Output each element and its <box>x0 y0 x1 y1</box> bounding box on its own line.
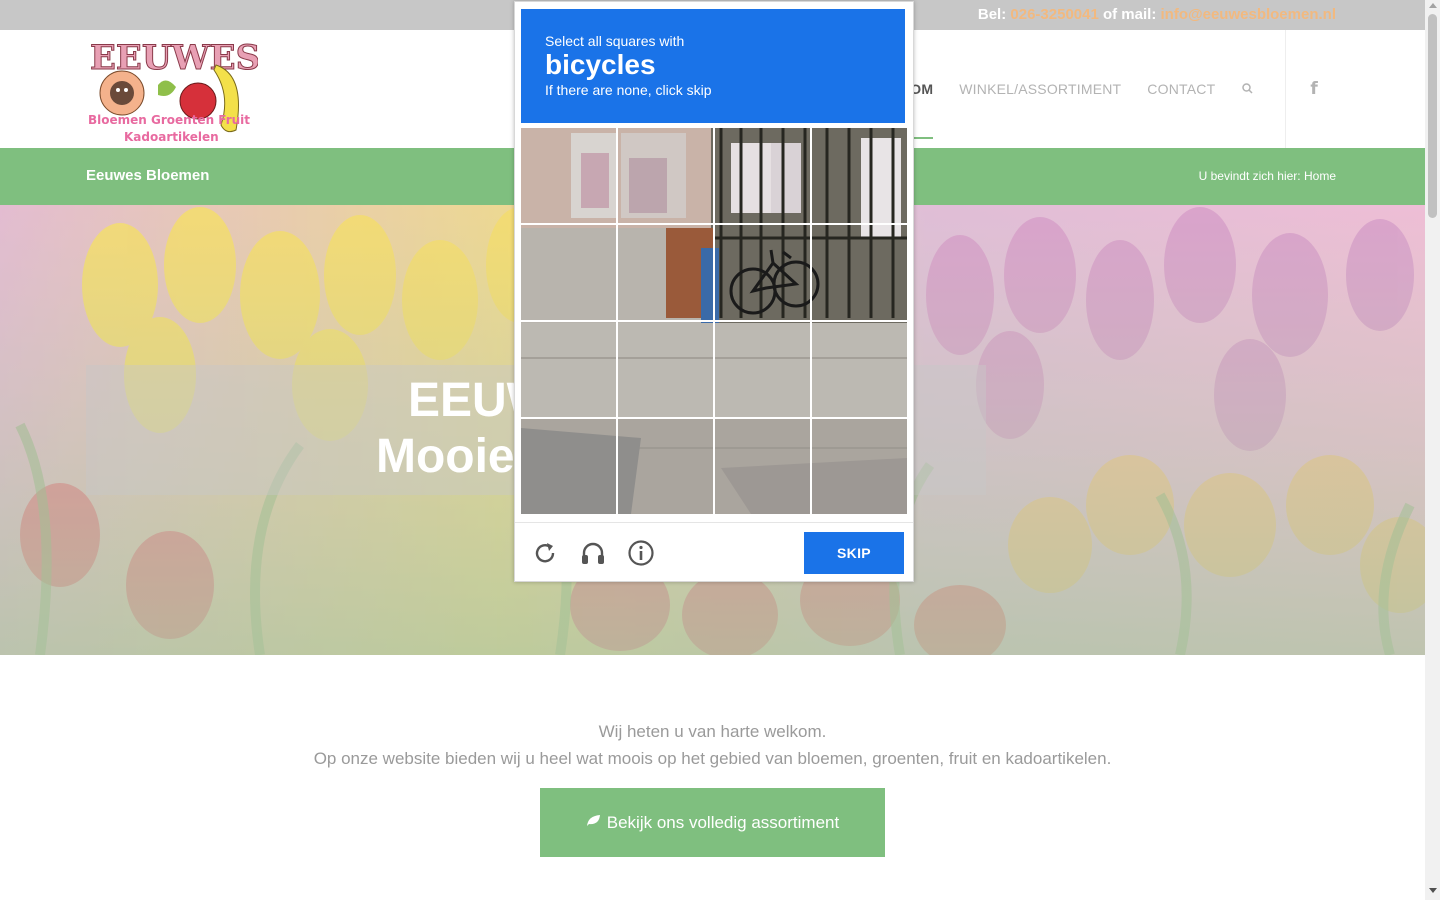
scroll-up-arrow-icon[interactable] <box>1429 3 1437 8</box>
scroll-down-arrow-icon[interactable] <box>1429 888 1437 893</box>
captcha-tile[interactable] <box>715 419 810 514</box>
captcha-tile[interactable] <box>812 419 907 514</box>
captcha-tile[interactable] <box>618 225 713 320</box>
captcha-tile[interactable] <box>521 128 616 223</box>
captcha-tile[interactable] <box>715 128 810 223</box>
captcha-instruction: Select all squares with <box>545 33 685 49</box>
welcome-line-2: Op onze website bieden wij u heel wat mo… <box>313 749 1112 768</box>
skip-button[interactable]: SKIP <box>804 532 904 574</box>
svg-text:Bloemen Groenten Fruit: Bloemen Groenten Fruit <box>88 113 250 127</box>
captcha-tile[interactable] <box>521 419 616 514</box>
mail-label: of mail: <box>1102 6 1157 23</box>
facebook-icon[interactable]: f <box>1310 79 1317 99</box>
phone-label: Bel: <box>977 6 1007 23</box>
site-logo[interactable]: EEUWES Bloemen Groenten Fruit Kadoartike… <box>86 35 261 147</box>
breadcrumb: U bevindt zich hier: Home <box>1199 169 1336 183</box>
captcha-footer: SKIP <box>515 522 913 582</box>
svg-text:Kadoartikelen: Kadoartikelen <box>124 130 219 144</box>
captcha-tile[interactable] <box>618 128 713 223</box>
nav-item-shop[interactable]: WINKEL/ASSORTIMENT <box>959 81 1121 97</box>
page-title: Eeuwes Bloemen <box>86 167 210 184</box>
captcha-prompt: Select all squares with bicycles If ther… <box>521 9 905 123</box>
search-icon[interactable] <box>1241 82 1255 96</box>
captcha-tile[interactable] <box>812 128 907 223</box>
captcha-tile[interactable] <box>812 225 907 320</box>
breadcrumb-label: U bevindt zich hier: <box>1198 169 1301 183</box>
refresh-icon[interactable] <box>531 539 559 567</box>
page-scrollbar[interactable] <box>1425 0 1440 900</box>
main-nav: KOM WINKEL/ASSORTIMENT CONTACT f <box>900 30 1318 148</box>
headphones-icon[interactable] <box>579 539 607 567</box>
contact-info: Bel: 026-3250041 of mail: info@eeuwesblo… <box>978 6 1336 23</box>
captcha-tile[interactable] <box>618 322 713 417</box>
welcome-text: Wij heten u van harte welkom. Op onze we… <box>0 718 1425 772</box>
breadcrumb-home-link[interactable]: Home <box>1304 169 1336 183</box>
nav-item-contact[interactable]: CONTACT <box>1147 81 1215 97</box>
captcha-tile[interactable] <box>521 225 616 320</box>
captcha-hint: If there are none, click skip <box>545 82 712 98</box>
captcha-tile[interactable] <box>812 322 907 417</box>
captcha-tile[interactable] <box>715 225 810 320</box>
captcha-tile-grid <box>521 128 908 515</box>
cta-label: Bekijk ons volledig assortiment <box>606 812 840 832</box>
scrollbar-thumb[interactable] <box>1428 14 1437 218</box>
leaf-icon <box>586 814 601 831</box>
welcome-line-1: Wij heten u van harte welkom. <box>598 722 827 741</box>
captcha-tile[interactable] <box>715 322 810 417</box>
captcha-tile[interactable] <box>618 419 713 514</box>
info-icon[interactable] <box>627 539 655 567</box>
captcha-challenge: Select all squares with bicycles If ther… <box>514 1 914 582</box>
phone-link[interactable]: 026-3250041 <box>1010 6 1098 23</box>
nav-divider <box>1285 30 1287 148</box>
captcha-tile[interactable] <box>521 322 616 417</box>
captcha-target: bicycles <box>545 49 656 80</box>
email-link[interactable]: info@eeuwesbloemen.nl <box>1161 6 1337 23</box>
view-assortment-button[interactable]: Bekijk ons volledig assortiment <box>540 788 885 857</box>
